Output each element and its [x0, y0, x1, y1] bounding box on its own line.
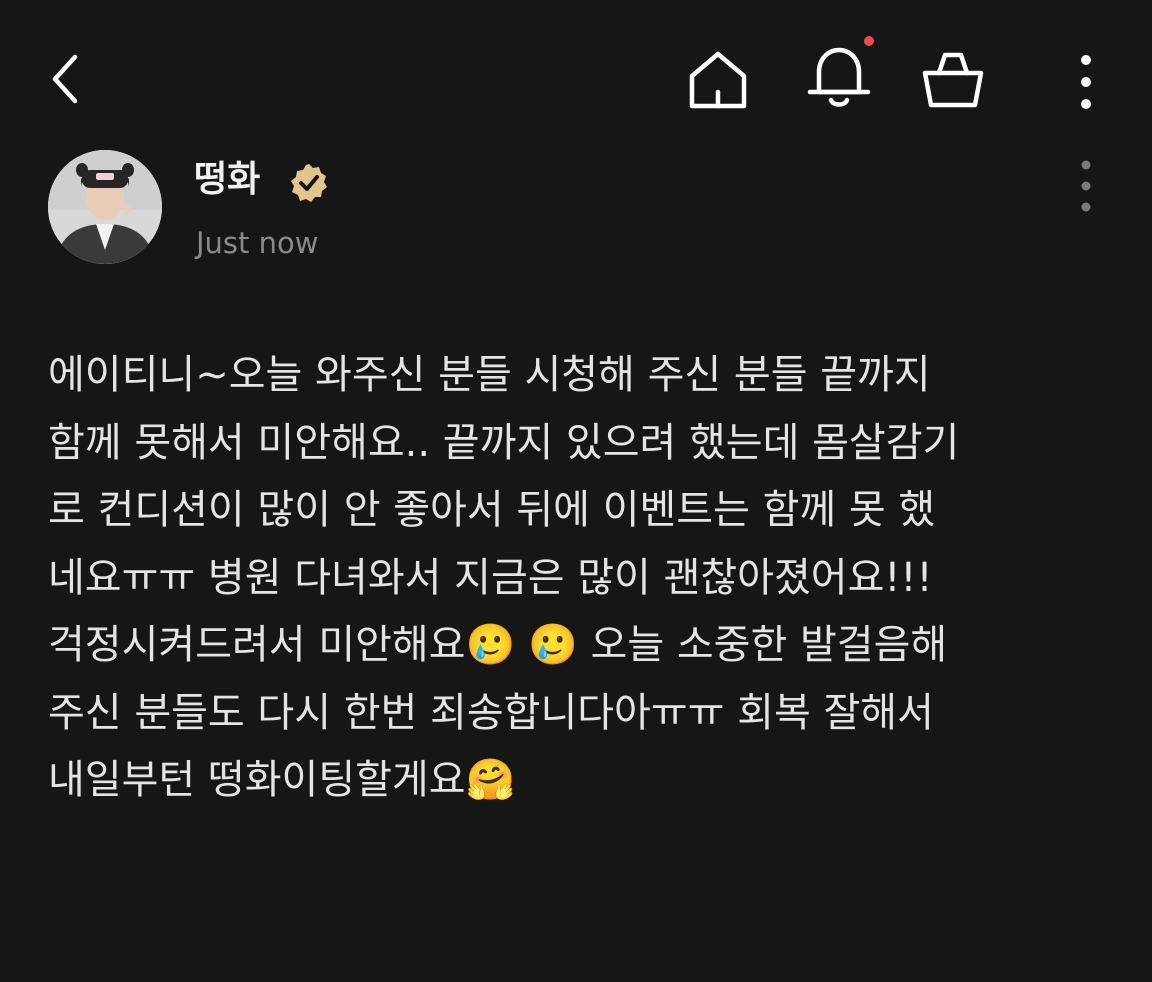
shopping-bag-icon	[922, 52, 984, 108]
post-text-line: 함께 못해서 미안해요.. 끝까지 있으려 했는데 몸살감기	[48, 419, 960, 466]
post-header: 떵화 Just now	[48, 150, 1108, 270]
post-text-line: 네요ㅠㅠ 병원 다녀와서 지금은 많이 괜찮아졌어요!!!	[48, 554, 933, 601]
shop-button[interactable]	[914, 44, 992, 116]
more-vertical-icon	[1081, 55, 1091, 109]
chevron-left-icon	[52, 54, 78, 104]
post-text-line: 주신 분들도 다시 한번 죄송합니다아ㅠㅠ 회복 잘해서	[48, 689, 934, 736]
home-icon	[689, 51, 747, 109]
author-name[interactable]: 떵화	[194, 156, 260, 204]
post-text-line: 걱정시켜드려서 미안해요🥲 🥲 오늘 소중한 발걸음해	[48, 622, 948, 668]
more-options-button[interactable]	[1062, 44, 1110, 120]
more-vertical-icon	[1081, 160, 1091, 212]
post-text-line: 내일부턴 떵화이팅할게요🤗	[48, 757, 516, 803]
post-timestamp: Just now	[196, 226, 319, 260]
back-button[interactable]	[36, 44, 96, 114]
post-body: 에이티니~오늘 와주신 분들 시청해 주신 분들 끝까지 함께 못해서 미안해요…	[48, 342, 1118, 815]
notifications-button[interactable]	[798, 36, 880, 116]
verified-badge-icon	[291, 164, 327, 202]
notification-dot	[864, 36, 874, 46]
avatar-image	[48, 150, 162, 264]
home-button[interactable]	[680, 44, 756, 116]
author-avatar[interactable]	[48, 150, 162, 264]
post-text-line: 로 컨디션이 많이 안 좋아서 뒤에 이벤트는 함께 못 했	[48, 487, 936, 533]
post-options-button[interactable]	[1064, 156, 1108, 216]
bell-icon	[807, 47, 871, 107]
post-text-line: 에이티니~오늘 와주신 분들 시청해 주신 분들 끝까지	[48, 352, 931, 398]
top-navigation-bar	[0, 0, 1152, 160]
